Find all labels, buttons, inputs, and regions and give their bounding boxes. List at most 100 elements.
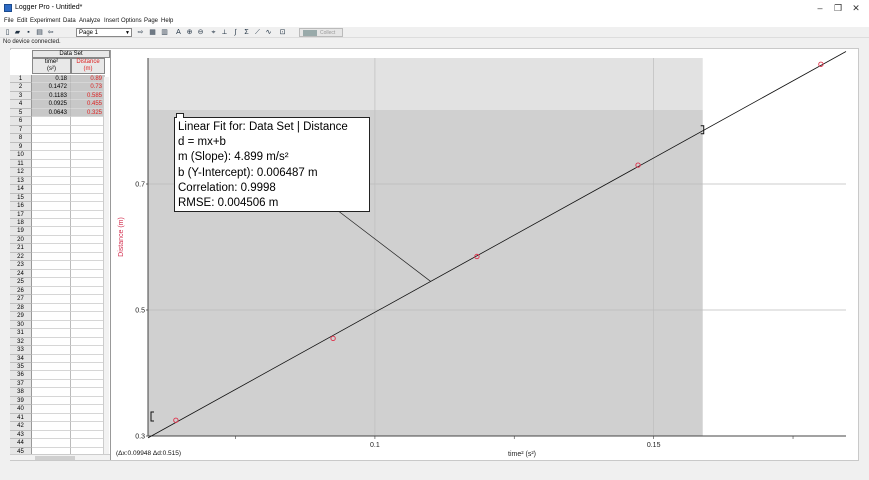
table-row[interactable]: 41: [10, 413, 110, 423]
cell-time[interactable]: [32, 396, 71, 406]
table-row[interactable]: 37: [10, 379, 110, 389]
cell-time[interactable]: [32, 269, 71, 279]
cell-time[interactable]: [32, 134, 71, 143]
cell-distance[interactable]: [71, 151, 105, 160]
table-row[interactable]: 19: [10, 227, 110, 236]
cell-distance[interactable]: [71, 439, 105, 448]
cell-distance[interactable]: [71, 244, 105, 253]
cell-distance[interactable]: [71, 329, 105, 338]
table-row[interactable]: 30: [10, 320, 110, 330]
menu-analyze[interactable]: Analyze: [79, 16, 100, 27]
menu-edit[interactable]: Edit: [17, 16, 27, 27]
cell-distance[interactable]: [71, 270, 105, 279]
examine-icon[interactable]: ⌖: [209, 28, 218, 37]
table-row[interactable]: 36: [10, 371, 110, 380]
table-row[interactable]: 31: [10, 329, 110, 338]
cell-time[interactable]: [32, 329, 71, 338]
cell-distance[interactable]: 0.455: [71, 100, 105, 109]
cell-time[interactable]: 0.18: [32, 75, 71, 84]
scroll-thumb[interactable]: [35, 456, 75, 460]
linear-fit-icon[interactable]: ⟋: [253, 28, 262, 37]
table-row[interactable]: 33: [10, 346, 110, 355]
cell-distance[interactable]: [71, 397, 105, 406]
cell-time[interactable]: [32, 218, 71, 228]
table-row[interactable]: 24: [10, 269, 110, 279]
table-row[interactable]: 8: [10, 134, 110, 143]
table-row[interactable]: 26: [10, 286, 110, 296]
table-row[interactable]: 21: [10, 244, 110, 253]
cell-distance[interactable]: 0.325: [71, 108, 105, 118]
table-row[interactable]: 39: [10, 396, 110, 406]
next-page-icon[interactable]: ⇨: [136, 28, 145, 37]
cell-time[interactable]: [32, 379, 71, 389]
cell-distance[interactable]: [71, 194, 105, 203]
table-row[interactable]: 20: [10, 235, 110, 245]
table-row[interactable]: 17: [10, 210, 110, 219]
table-row[interactable]: 35: [10, 362, 110, 372]
cell-time[interactable]: 0.0643: [32, 108, 71, 118]
close-icon[interactable]: ✕: [845, 0, 867, 16]
menu-experiment[interactable]: Experiment: [30, 16, 60, 27]
cell-distance[interactable]: [71, 295, 105, 304]
menu-data[interactable]: Data: [63, 16, 76, 27]
table-row[interactable]: 27: [10, 295, 110, 304]
open-folder-icon[interactable]: ▰: [13, 28, 22, 37]
table-horizontal-scrollbar[interactable]: [10, 454, 110, 460]
table-row[interactable]: 43: [10, 430, 110, 440]
meter-icon[interactable]: ▥: [160, 28, 169, 37]
table-row[interactable]: 25: [10, 278, 110, 287]
table-row[interactable]: 6: [10, 117, 110, 126]
cell-distance[interactable]: [71, 168, 105, 177]
cell-time[interactable]: [32, 210, 71, 219]
print-icon[interactable]: ▤: [35, 28, 44, 37]
cell-distance[interactable]: [71, 431, 105, 440]
table-row[interactable]: 18: [10, 218, 110, 228]
table-row[interactable]: 5 0.0643 0.325: [10, 108, 110, 118]
cell-time[interactable]: [32, 362, 71, 372]
table-vertical-scrollbar[interactable]: [103, 77, 109, 455]
cell-distance[interactable]: [71, 363, 105, 372]
cell-time[interactable]: [32, 430, 71, 440]
cell-time[interactable]: [32, 346, 71, 355]
cell-time[interactable]: [32, 388, 71, 397]
cell-time[interactable]: [32, 422, 71, 431]
cell-time[interactable]: [32, 337, 71, 347]
cell-distance[interactable]: [71, 414, 105, 423]
cell-time[interactable]: 0.1472: [32, 83, 71, 92]
table-row[interactable]: 4 0.0925 0.455: [10, 100, 110, 109]
cell-distance[interactable]: [71, 134, 105, 143]
cell-distance[interactable]: [71, 185, 105, 194]
new-file-icon[interactable]: ▯: [3, 28, 12, 37]
cell-time[interactable]: [32, 176, 71, 186]
cell-distance[interactable]: [71, 321, 105, 330]
cell-distance[interactable]: [71, 346, 105, 355]
cell-distance[interactable]: [71, 261, 105, 270]
graph-panel[interactable]: 0.1 0.15 0.3 0.5 0.7 time² (s²) Distance (m): [113, 50, 858, 460]
table-row[interactable]: 22: [10, 252, 110, 262]
previous-page-icon[interactable]: ⇦: [46, 28, 55, 37]
table-row[interactable]: 23: [10, 261, 110, 270]
cell-distance[interactable]: [71, 312, 105, 321]
cell-distance[interactable]: [71, 117, 105, 126]
cell-distance[interactable]: 0.89: [71, 75, 105, 84]
page-select[interactable]: Page 1 ▼: [76, 28, 132, 37]
cell-time[interactable]: [32, 261, 71, 270]
statistics-icon[interactable]: Σ: [242, 28, 251, 37]
integral-icon[interactable]: ∫: [231, 28, 240, 37]
table-row[interactable]: 11: [10, 159, 110, 169]
cell-distance[interactable]: [71, 338, 105, 347]
cell-distance[interactable]: [71, 211, 105, 219]
cell-distance[interactable]: [71, 236, 105, 245]
cell-time[interactable]: [32, 244, 71, 253]
table-row[interactable]: 2 0.1472 0.73: [10, 83, 110, 92]
cell-distance[interactable]: [71, 405, 105, 414]
cell-distance[interactable]: [71, 177, 105, 186]
cell-time[interactable]: [32, 117, 71, 126]
cell-time[interactable]: [32, 252, 71, 262]
cell-distance[interactable]: [71, 287, 105, 296]
cell-distance[interactable]: [71, 202, 105, 211]
cell-distance[interactable]: [71, 253, 105, 262]
cell-time[interactable]: [32, 405, 71, 414]
table-row[interactable]: 29: [10, 312, 110, 321]
menu-options[interactable]: Options: [121, 16, 142, 27]
